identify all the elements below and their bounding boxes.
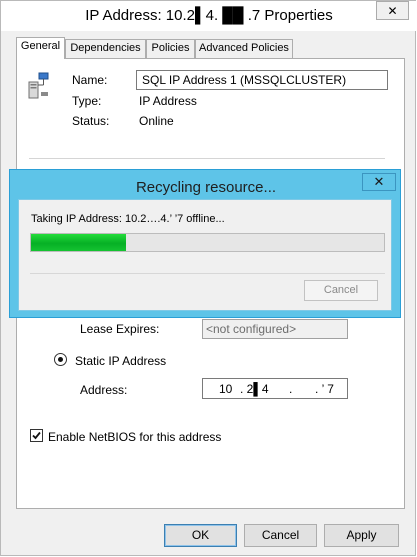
status-value: Online (139, 114, 174, 128)
tab-general[interactable]: General (16, 37, 65, 59)
lease-expires-label: Lease Expires: (80, 322, 160, 336)
ip-octet-3: . (289, 382, 293, 396)
progress-message: Taking IP Address: 10.2….4.’ ’7 offline.… (31, 213, 225, 225)
separator (29, 158, 385, 159)
tab-label: General (20, 40, 61, 52)
dialog-body: Taking IP Address: 10.2….4.’ ’7 offline.… (18, 199, 392, 311)
ip-octet-4: . ’ 7 (315, 382, 334, 396)
tab-label: Advanced Policies (199, 42, 289, 54)
checkmark-icon (32, 431, 41, 440)
close-icon: ✕ (373, 174, 385, 189)
netbios-label: Enable NetBIOS for this address (48, 430, 222, 444)
window-close-button[interactable]: ✕ (376, 1, 409, 20)
tab-policies[interactable]: Policies (146, 39, 195, 58)
tab-dependencies[interactable]: Dependencies (65, 39, 146, 58)
netbios-checkbox[interactable] (30, 429, 43, 442)
window-title: IP Address: 10.2▌4. ██ .7 Properties (85, 7, 333, 24)
dialog-title: Recycling resource... (135, 179, 277, 196)
apply-button[interactable]: Apply (324, 524, 399, 547)
dialog-separator (30, 273, 385, 274)
server-network-icon (28, 71, 50, 101)
static-ip-radio[interactable] (54, 353, 67, 366)
address-label: Address: (80, 383, 128, 397)
type-value: IP Address (139, 94, 197, 108)
tab-advanced-policies[interactable]: Advanced Policies (195, 39, 293, 58)
name-label: Name: (72, 73, 108, 87)
progress-bar (30, 233, 385, 252)
ip-address-input[interactable]: 10 . 2▌4 . . ’ 7 (202, 378, 348, 399)
close-icon: ✕ (387, 3, 398, 18)
tab-label: Policies (151, 42, 190, 54)
progress-fill (31, 234, 126, 251)
ip-octet-1: 10 (219, 382, 233, 396)
cancel-button[interactable]: Cancel (244, 524, 317, 547)
lease-expires-field: <not configured> (202, 319, 348, 339)
title-bar: IP Address: 10.2▌4. ██ .7 Properties ✕ (1, 1, 417, 31)
name-input[interactable]: SQL IP Address 1 (MSSQLCLUSTER) (136, 70, 388, 90)
type-label: Type: (72, 94, 102, 108)
status-label: Status: (72, 114, 110, 128)
dialog-cancel-button[interactable]: Cancel (304, 280, 378, 301)
static-ip-label: Static IP Address (75, 354, 167, 368)
ok-button[interactable]: OK (164, 524, 237, 547)
dialog-close-button[interactable]: ✕ (362, 173, 396, 191)
recycling-dialog: Recycling resource... ✕ Taking IP Addres… (9, 169, 401, 318)
tab-label: Dependencies (70, 42, 141, 54)
ip-octet-2: . 2▌4 (240, 382, 269, 396)
